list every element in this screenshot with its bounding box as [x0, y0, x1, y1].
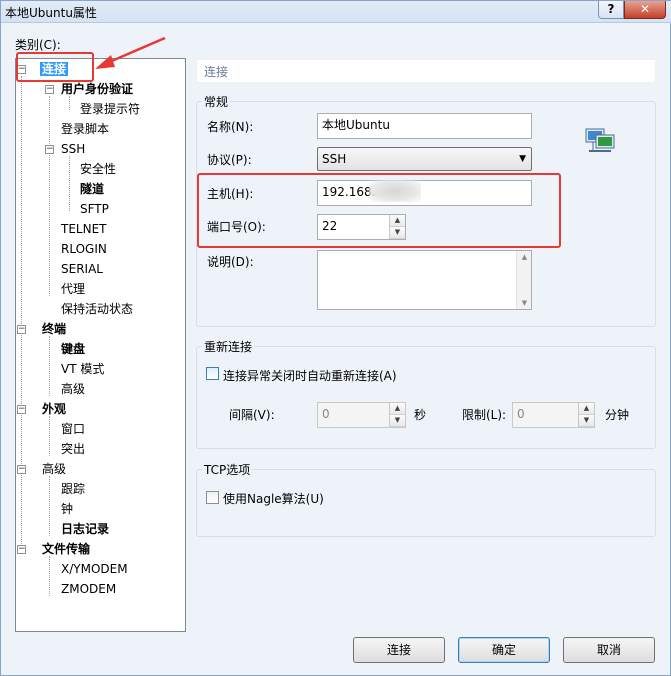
interval-input: 0 ▲ ▼ — [317, 402, 406, 428]
tree-item-vt-mode[interactable]: VT 模式 — [59, 360, 106, 378]
tree-item-login-prompt[interactable]: 登录提示符 — [78, 100, 142, 118]
tree-item-advanced[interactable]: 高级 — [40, 460, 68, 478]
tree-item-terminal[interactable]: 终端 — [40, 320, 68, 338]
tree-item-login-script[interactable]: 登录脚本 — [59, 120, 111, 138]
tree-item-keyboard[interactable]: 键盘 — [59, 340, 87, 358]
expander-appearance-icon[interactable]: − — [17, 405, 26, 414]
panel-title: 连接 — [196, 59, 656, 83]
expander-ssh-icon[interactable]: − — [45, 145, 54, 154]
cancel-button[interactable]: 取消 — [563, 637, 655, 663]
limit-label: 限制(L): — [462, 408, 507, 422]
window-title: 本地Ubuntu属性 — [5, 6, 97, 20]
description-textarea[interactable]: ▲ ▼ — [317, 250, 532, 310]
tree-item-keepalive[interactable]: 保持活动状态 — [59, 300, 135, 318]
help-button[interactable]: ? — [598, 1, 624, 19]
tree-item-trace[interactable]: 跟踪 — [59, 480, 87, 498]
interval-value: 0 — [322, 407, 330, 421]
tree-item-highlight[interactable]: 突出 — [59, 440, 87, 458]
protocol-select-value: SSH — [322, 152, 347, 166]
chevron-down-icon: ▼ — [519, 154, 526, 164]
ok-button[interactable]: 确定 — [458, 637, 550, 663]
spin-up-icon: ▲ — [579, 403, 594, 415]
name-input[interactable]: 本地Ubuntu — [317, 113, 532, 139]
network-computer-icon — [585, 128, 615, 152]
reconnect-group-title: 重新连接 — [202, 338, 255, 355]
tree-item-logging[interactable]: 日志记录 — [59, 520, 111, 538]
tree-item-sftp[interactable]: SFTP — [78, 200, 111, 218]
tree-item-xymodem[interactable]: X/YMODEM — [59, 560, 130, 578]
annotation-box-host-port — [197, 173, 561, 248]
interval-spinner: ▲ ▼ — [389, 403, 405, 427]
tree-item-telnet[interactable]: TELNET — [59, 220, 109, 238]
general-group-title: 常规 — [202, 93, 231, 110]
tree-item-ssh[interactable]: SSH — [59, 140, 87, 158]
tree-item-serial[interactable]: SERIAL — [59, 260, 105, 278]
interval-label: 间隔(V): — [229, 408, 275, 422]
tree-item-zmodem[interactable]: ZMODEM — [59, 580, 118, 598]
scroll-up-icon[interactable]: ▲ — [517, 253, 532, 261]
auto-reconnect-label[interactable]: 连接异常关闭时自动重新连接(A) — [223, 367, 397, 384]
tree-item-window[interactable]: 窗口 — [59, 420, 87, 438]
tree-item-rlogin[interactable]: RLOGIN — [59, 240, 109, 258]
tree-item-auth[interactable]: 用户身份验证 — [59, 80, 135, 98]
name-label: 名称(N): — [207, 120, 254, 134]
tree-item-security[interactable]: 安全性 — [78, 160, 118, 178]
tree-item-proxy[interactable]: 代理 — [59, 280, 87, 298]
properties-dialog: 本地Ubuntu属性 ? ✕ 类别(C): − 连接 − 用户身份验证 登录提示… — [0, 0, 671, 676]
auto-reconnect-checkbox[interactable] — [206, 367, 219, 380]
spin-up-icon: ▲ — [390, 403, 405, 415]
limit-value: 0 — [517, 407, 525, 421]
close-button[interactable]: ✕ — [624, 1, 666, 19]
spin-down-icon: ▼ — [390, 415, 405, 427]
annotation-arrow-icon — [95, 36, 166, 69]
tree-item-tunnel[interactable]: 隧道 — [78, 180, 106, 198]
category-label: 类别(C): — [15, 38, 61, 52]
tree-item-terminal-advanced[interactable]: 高级 — [59, 380, 87, 398]
category-tree[interactable]: − 连接 − 用户身份验证 登录提示符 登录脚本 − SSH 安全性 隧道 SF… — [15, 58, 186, 632]
limit-unit: 分钟 — [605, 408, 630, 422]
scroll-down-icon[interactable]: ▼ — [517, 299, 532, 307]
tree-item-bell[interactable]: 钟 — [59, 500, 75, 518]
interval-unit: 秒 — [414, 408, 427, 422]
protocol-label: 协议(P): — [207, 153, 252, 167]
expander-advanced-icon[interactable]: − — [17, 465, 26, 474]
expander-file-transfer-icon[interactable]: − — [17, 545, 26, 554]
tree-item-file-transfer[interactable]: 文件传输 — [40, 540, 92, 558]
description-label: 说明(D): — [207, 255, 254, 269]
protocol-select[interactable]: SSH ▼ — [317, 147, 532, 171]
nagle-label[interactable]: 使用Nagle算法(U) — [223, 490, 324, 507]
reconnect-group — [196, 346, 656, 449]
spin-down-icon: ▼ — [579, 415, 594, 427]
nagle-checkbox[interactable] — [206, 491, 219, 504]
tree-item-appearance[interactable]: 外观 — [40, 400, 68, 418]
description-scrollbar[interactable]: ▲ ▼ — [516, 251, 531, 309]
title-bar: 本地Ubuntu属性 ? ✕ — [1, 1, 671, 23]
limit-spinner: ▲ ▼ — [578, 403, 594, 427]
expander-auth-icon[interactable]: − — [45, 85, 54, 94]
tcp-group-title: TCP选项 — [202, 461, 253, 478]
expander-terminal-icon[interactable]: − — [17, 325, 26, 334]
connect-button[interactable]: 连接 — [353, 637, 445, 663]
limit-input: 0 ▲ ▼ — [512, 402, 595, 428]
